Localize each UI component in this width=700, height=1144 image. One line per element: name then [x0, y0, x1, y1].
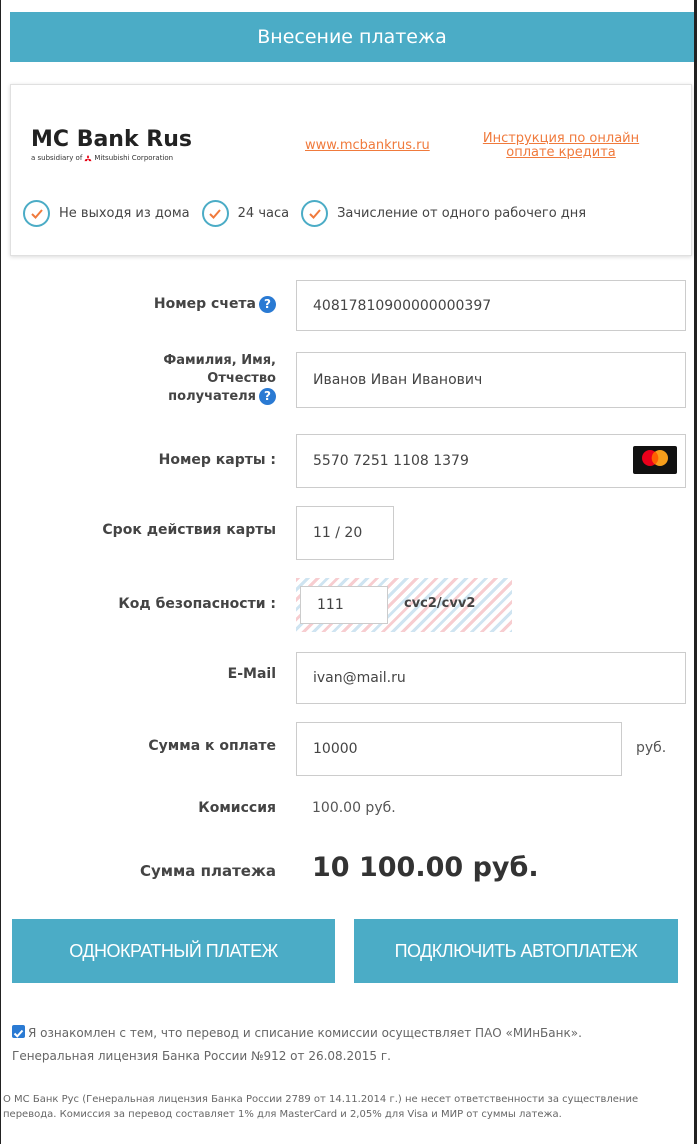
card-number-value: 5570 7251 1108 1379 [313, 453, 469, 469]
account-label: Номер счета [60, 296, 256, 312]
total-value: 10 100.00 руб. [312, 852, 539, 883]
cvc-label: Код безопасности : [118, 596, 276, 612]
recipient-name-label-line3: получателя? [100, 388, 276, 406]
agreement-line1: Я ознакомлен с тем, что перевод и списан… [12, 1022, 692, 1045]
disclaimer-footnote: О МС Банк Рус (Генеральная лицензия Банк… [3, 1094, 639, 1120]
recipient-name-label-line3-text: получателя [168, 389, 256, 404]
card-number-label: Номер карты : [158, 452, 276, 468]
check-circle-icon [301, 200, 329, 227]
bank-logo: MC Bank Rus a subsidiary of Mitsubishi C… [31, 127, 192, 162]
commission-label: Комиссия [198, 800, 276, 816]
question-circle-icon[interactable]: ? [259, 296, 276, 313]
account-number-input[interactable]: 40817810900000000397 [296, 280, 686, 331]
email-input[interactable]: ivan@mail.ru [296, 652, 686, 704]
expiry-input[interactable]: 11 / 20 [296, 506, 394, 560]
info-card: MC Bank Rus a subsidiary of Mitsubishi C… [10, 84, 692, 256]
mitsubishi-logo-icon [84, 154, 92, 161]
feature-item: Зачисление от одного рабочего дня [301, 200, 586, 227]
account-label-text: Номер счета [153, 296, 256, 312]
feature-label: Не выходя из дома [59, 206, 190, 221]
logo-sub-text: a subsidiary of Mitsubishi Corporation [31, 154, 192, 162]
recipient-name-label-line2: Отчество [207, 371, 276, 386]
logo-sub-suffix: Mitsubishi Corporation [94, 154, 174, 162]
recipient-name-label-line1: Фамилия, Имя, [163, 353, 276, 368]
feature-label: Зачисление от одного рабочего дня [337, 206, 587, 221]
amount-unit: руб. [636, 740, 667, 756]
feature-item: Не выходя из дома [23, 200, 190, 227]
cvc-hint: cvc2/cvv2 [404, 596, 476, 611]
recipient-name-label: Фамилия, Имя, Отчество получателя? [100, 352, 276, 406]
check-circle-icon [201, 200, 229, 227]
logo-sub-prefix: a subsidiary of [31, 154, 83, 162]
question-circle-icon[interactable]: ? [259, 388, 276, 405]
card-number-input[interactable]: 5570 7251 1108 1379 [296, 434, 686, 488]
feature-item: 24 часа [201, 200, 290, 227]
amount-label: Сумма к оплате [148, 738, 276, 754]
site-link[interactable]: www.mcbankrus.ru [305, 138, 430, 153]
page-header: Внесение платежа [10, 12, 694, 62]
agreement-checkbox[interactable] [12, 1025, 25, 1038]
feature-label: 24 часа [237, 206, 290, 221]
agreement-line2: Генеральная лицензия Банка России №912 о… [12, 1049, 391, 1063]
instructions-link[interactable]: Инструкция по онлайн оплате кредита [471, 132, 651, 160]
logo-main-text: MC Bank Rus [31, 127, 192, 152]
features-list: Не выходя из дома 24 часа Зачисление от … [23, 200, 598, 227]
amount-input[interactable]: 10000 [296, 722, 622, 776]
cvc-input[interactable]: 111 [300, 586, 388, 624]
agreement-block: Я ознакомлен с тем, что перевод и списан… [12, 1022, 692, 1068]
email-label: E-Mail [227, 666, 276, 682]
expiry-label: Срок действия карты [102, 522, 276, 538]
recipient-name-input[interactable]: Иванов Иван Иванович [296, 352, 686, 408]
mastercard-icon [633, 446, 677, 474]
commission-value: 100.00 руб. [312, 800, 396, 816]
total-label: Сумма платежа [139, 862, 276, 880]
autopay-button[interactable]: ПОДКЛЮЧИТЬ АВТОПЛАТЕЖ [354, 919, 678, 983]
single-payment-button[interactable]: ОДНОКРАТНЫЙ ПЛАТЕЖ [12, 919, 335, 983]
check-circle-icon [23, 200, 50, 227]
agreement-line1-text: Я ознакомлен с тем, что перевод и списан… [28, 1026, 582, 1040]
